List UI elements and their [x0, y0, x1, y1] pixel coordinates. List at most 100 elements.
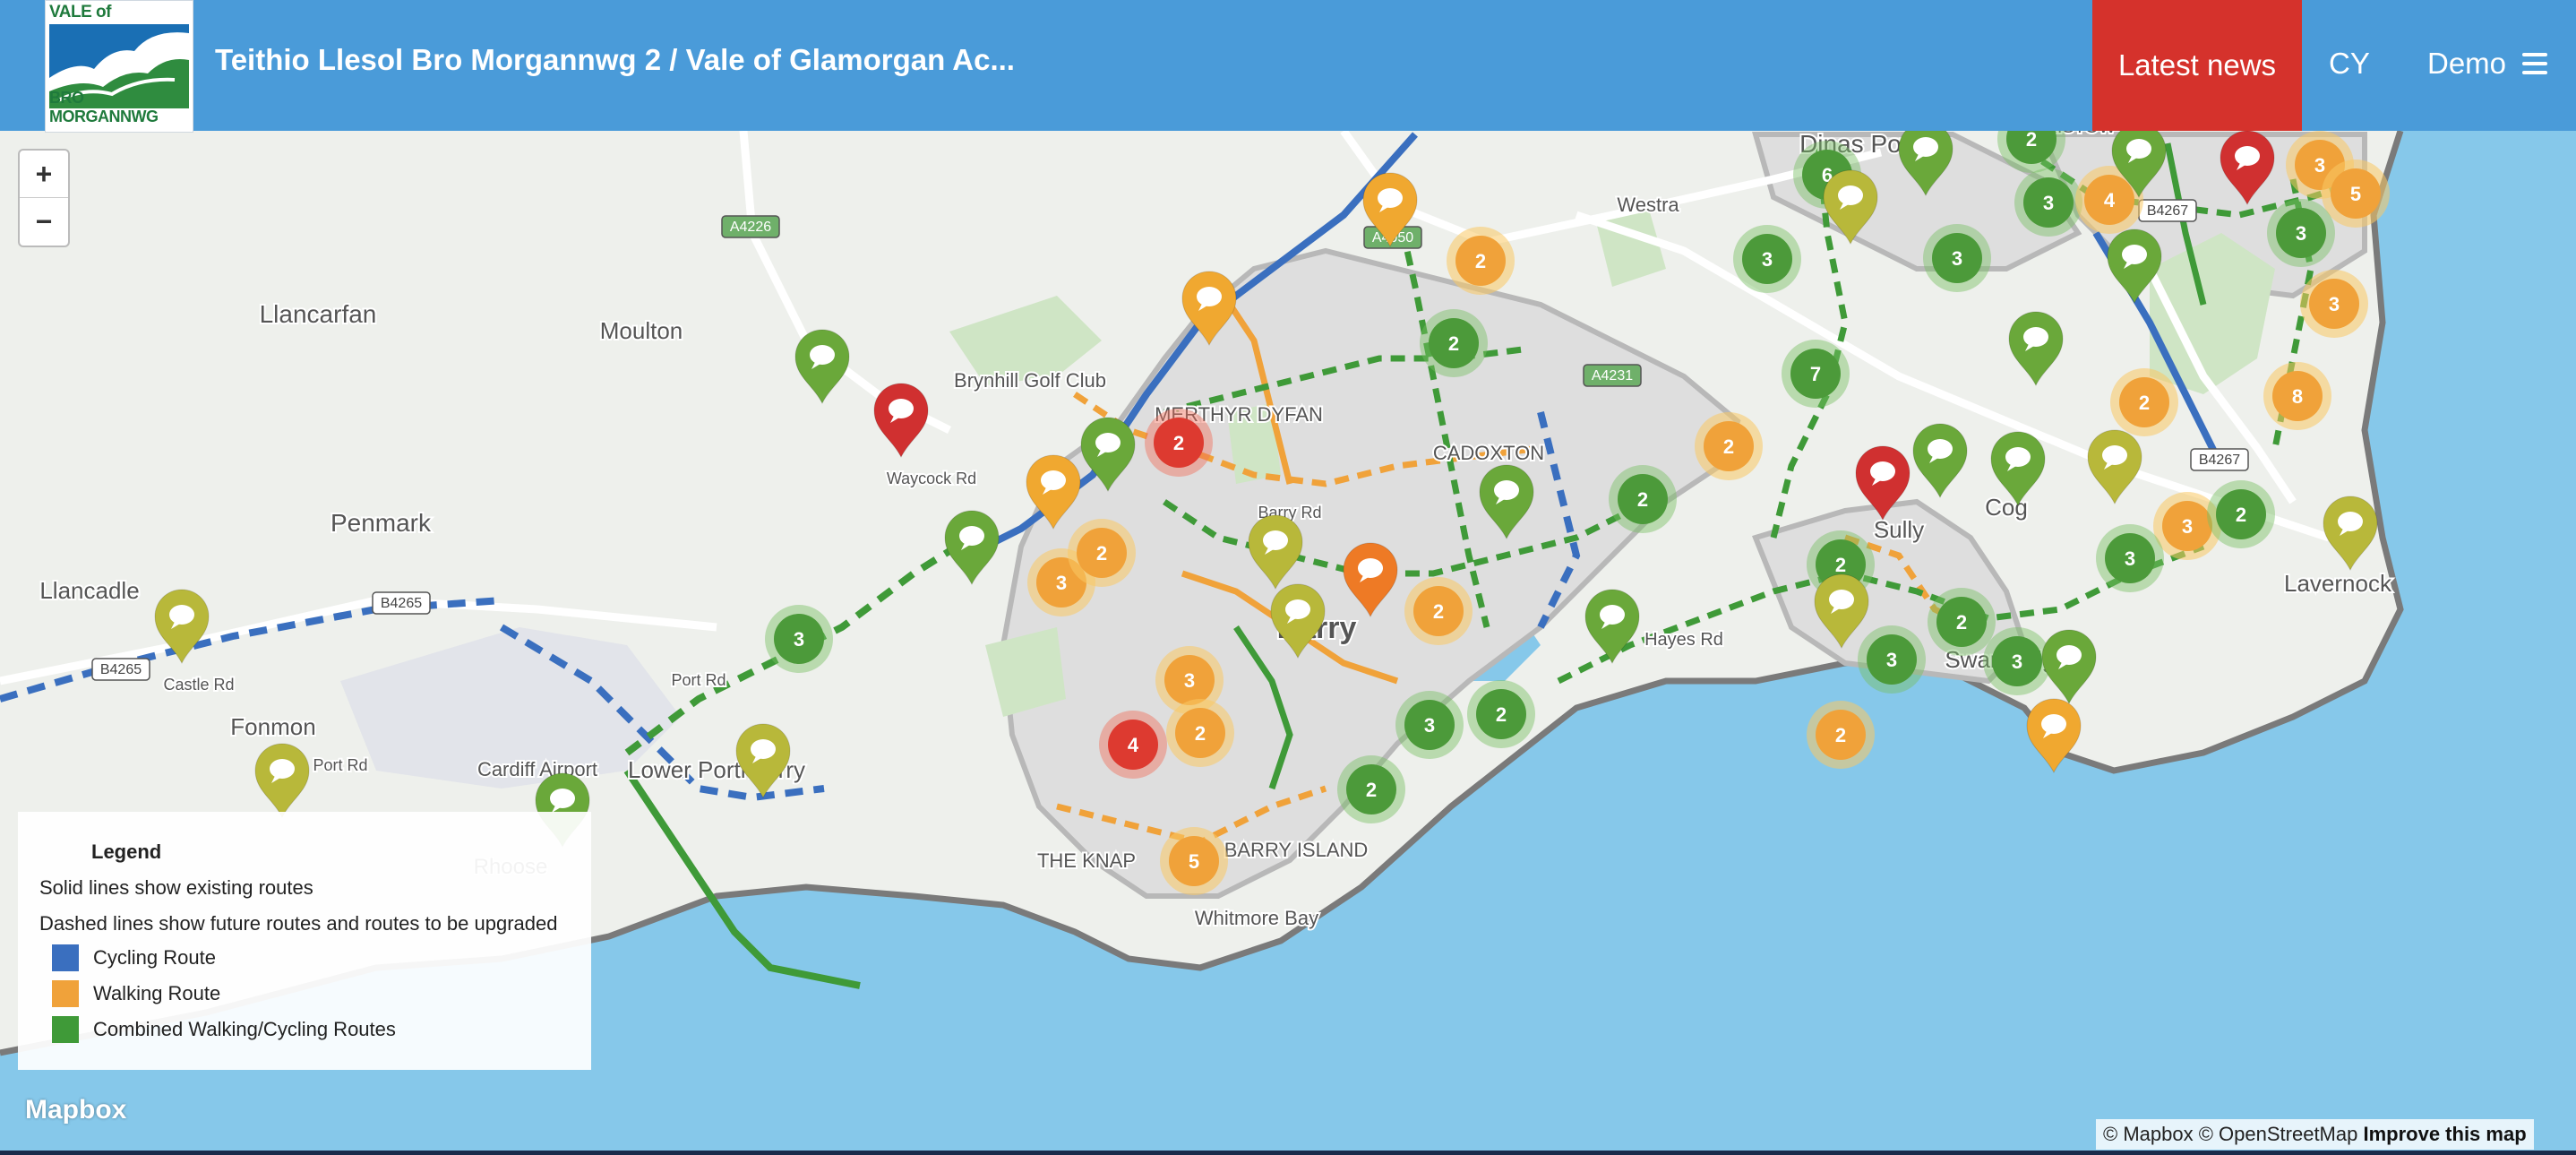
- legend-item-label: Walking Route: [93, 982, 221, 1004]
- route-cluster-marker[interactable]: 2: [1447, 227, 1515, 295]
- route-cluster-marker[interactable]: 2: [1695, 412, 1763, 480]
- demo-label: Demo: [2427, 47, 2507, 80]
- demo-menu-button[interactable]: Demo: [2427, 47, 2548, 81]
- route-cluster-marker[interactable]: 2: [2110, 368, 2178, 436]
- route-cluster-marker[interactable]: 2: [1337, 755, 1405, 823]
- map-place-label: Port Rd: [313, 756, 367, 774]
- map-place-label: B4267: [2199, 453, 2240, 468]
- legend-item-combined: Combined Walking/Cycling Routes: [52, 1016, 396, 1043]
- route-cluster-marker[interactable]: 3: [1983, 627, 2051, 695]
- svg-text:2: 2: [1173, 432, 1184, 454]
- route-cluster-marker[interactable]: 3: [1858, 625, 1926, 694]
- route-cluster-marker[interactable]: 3: [765, 605, 833, 673]
- route-cluster-marker[interactable]: 2: [1404, 577, 1473, 645]
- route-cluster-marker[interactable]: 5: [2322, 159, 2390, 228]
- route-cluster-marker[interactable]: 2: [1467, 680, 1535, 748]
- window-bottom-edge: [0, 1151, 2576, 1155]
- legend-item-label: Combined Walking/Cycling Routes: [93, 1018, 396, 1040]
- zoom-out-button[interactable]: −: [20, 198, 68, 245]
- svg-text:2: 2: [1433, 600, 1444, 623]
- map-place-label: A4231: [1592, 368, 1633, 384]
- map-place-label: CADOXTON: [1433, 442, 1544, 464]
- route-cluster-marker[interactable]: 2: [1420, 309, 1488, 377]
- legend-note-solid: Solid lines show existing routes: [39, 876, 313, 899]
- svg-text:3: 3: [2329, 293, 2340, 315]
- map-place-label: Lavernock: [2284, 570, 2392, 597]
- svg-text:2: 2: [2139, 392, 2150, 414]
- svg-text:3: 3: [2012, 651, 2022, 673]
- map-place-label: Westra: [1617, 194, 1679, 216]
- map-place-label: Hayes Rd: [1644, 630, 1723, 650]
- route-cluster-marker[interactable]: 2: [1166, 699, 1234, 767]
- route-cluster-marker[interactable]: 5: [1160, 827, 1228, 895]
- svg-text:2: 2: [1096, 542, 1107, 565]
- svg-text:4: 4: [1128, 734, 1139, 756]
- svg-text:3: 3: [2296, 222, 2306, 245]
- app-root: Llancarfan Moulton Penmark Llancadle Fonmon C…: [0, 0, 2576, 1155]
- route-cluster-marker[interactable]: 2: [2207, 480, 2275, 548]
- svg-text:5: 5: [2350, 183, 2361, 205]
- svg-text:2: 2: [1956, 611, 1967, 634]
- legend-title: Legend: [91, 840, 162, 863]
- svg-text:3: 3: [2182, 515, 2193, 538]
- map-place-label: BARRY ISLAND: [1224, 839, 1369, 861]
- svg-text:3: 3: [2125, 547, 2135, 570]
- route-cluster-marker[interactable]: 8: [2263, 362, 2331, 430]
- map-place-label: B4267: [2147, 203, 2188, 219]
- route-cluster-marker[interactable]: 2: [1807, 701, 1875, 769]
- language-toggle-button[interactable]: CY: [2329, 47, 2370, 81]
- map-place-label: Waycock Rd: [887, 470, 976, 487]
- map-place-label: Whitmore Bay: [1195, 907, 1318, 929]
- legend-item-walking: Walking Route: [52, 980, 220, 1007]
- combined-swatch: [52, 1016, 79, 1043]
- walking-swatch: [52, 980, 79, 1007]
- legend-note-dashed: Dashed lines show future routes and rout…: [39, 912, 558, 935]
- route-cluster-marker[interactable]: 2: [1068, 519, 1136, 587]
- route-cluster-marker[interactable]: 3: [1395, 691, 1464, 759]
- svg-text:2: 2: [1637, 488, 1648, 511]
- svg-text:4: 4: [2104, 189, 2116, 211]
- route-cluster-marker[interactable]: 2: [1145, 409, 1213, 477]
- svg-text:8: 8: [2292, 385, 2303, 408]
- map-place-label: Llancarfan: [260, 300, 377, 328]
- zoom-in-button[interactable]: +: [20, 151, 68, 198]
- attribution-osm-link[interactable]: © OpenStreetMap: [2199, 1123, 2358, 1145]
- mapbox-logo[interactable]: Mapbox: [25, 1095, 126, 1125]
- svg-text:2: 2: [1835, 554, 1846, 576]
- map-place-label: Moulton: [600, 317, 683, 344]
- map-place-label: Castle Rd: [163, 676, 234, 694]
- route-cluster-marker[interactable]: 2: [1928, 588, 1996, 656]
- svg-text:2: 2: [1496, 703, 1507, 726]
- route-cluster-marker[interactable]: 3: [2267, 199, 2335, 267]
- cycling-swatch: [52, 944, 79, 971]
- map-place-label: A4226: [730, 220, 771, 235]
- attribution-mapbox-link[interactable]: © Mapbox: [2103, 1123, 2194, 1145]
- svg-text:2: 2: [1835, 724, 1846, 746]
- logo-bottom-text: BRO MORGANNWG: [49, 89, 159, 125]
- svg-text:2: 2: [1448, 332, 1459, 355]
- route-cluster-marker[interactable]: 3: [1733, 225, 1801, 293]
- route-cluster-marker[interactable]: 3: [2300, 270, 2368, 338]
- svg-text:3: 3: [794, 628, 804, 651]
- route-cluster-marker[interactable]: 4: [1099, 711, 1167, 779]
- svg-text:3: 3: [1952, 247, 1962, 270]
- zoom-control: + −: [18, 149, 70, 247]
- svg-text:3: 3: [1424, 714, 1435, 737]
- route-cluster-marker[interactable]: 2: [1609, 465, 1677, 533]
- route-cluster-marker[interactable]: 7: [1782, 340, 1850, 408]
- council-logo[interactable]: VALE of GLAMORGAN BRO MORGANNWG: [45, 0, 193, 133]
- map-place-label: Llancadle: [39, 577, 139, 604]
- header-bar: VALE of GLAMORGAN BRO MORGANNWG Teithio …: [0, 0, 2576, 133]
- svg-text:2: 2: [1475, 250, 1486, 272]
- route-cluster-marker[interactable]: 3: [2096, 524, 2164, 592]
- latest-news-button[interactable]: Latest news: [2092, 0, 2302, 131]
- svg-text:3: 3: [2314, 154, 2325, 177]
- svg-text:7: 7: [1810, 363, 1821, 385]
- improve-map-link[interactable]: Improve this map: [2363, 1123, 2526, 1145]
- route-cluster-marker[interactable]: 3: [2014, 168, 2082, 237]
- route-cluster-marker[interactable]: 3: [1923, 224, 1991, 292]
- map-place-label: Sully: [1874, 516, 1924, 543]
- map-place-label: Brynhill Golf Club: [954, 369, 1106, 392]
- app-title: Teithio Llesol Bro Morgannwg 2 / Vale of…: [215, 43, 1015, 76]
- svg-text:3: 3: [1886, 649, 1897, 671]
